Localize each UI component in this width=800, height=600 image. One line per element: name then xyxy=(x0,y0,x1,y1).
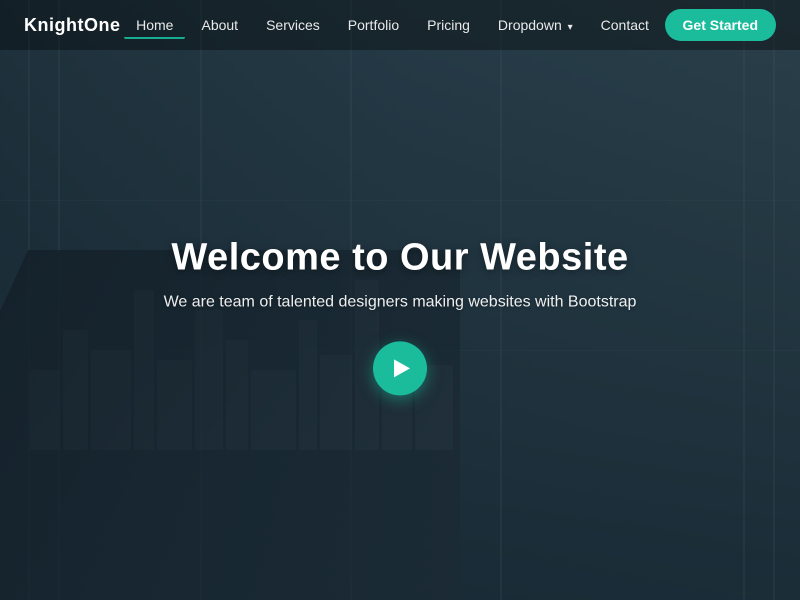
play-icon xyxy=(394,359,410,377)
nav-link-pricing[interactable]: Pricing xyxy=(415,11,482,39)
nav-link-services[interactable]: Services xyxy=(254,11,332,39)
hero-section: KnightOne Home About Services Portfolio … xyxy=(0,0,800,600)
nav-item-dropdown[interactable]: Dropdown ▾ xyxy=(486,11,585,39)
navbar: KnightOne Home About Services Portfolio … xyxy=(0,0,800,50)
nav-item-home[interactable]: Home xyxy=(124,11,185,39)
nav-link-dropdown[interactable]: Dropdown ▾ xyxy=(486,11,585,39)
nav-link-about[interactable]: About xyxy=(189,11,250,39)
nav-item-about[interactable]: About xyxy=(189,11,250,39)
get-started-button[interactable]: Get Started xyxy=(665,9,776,41)
nav-item-portfolio[interactable]: Portfolio xyxy=(336,11,411,39)
nav-link-contact[interactable]: Contact xyxy=(589,11,661,39)
hero-title: Welcome to Our Website xyxy=(100,236,700,279)
nav-links: Home About Services Portfolio Pricing Dr… xyxy=(124,11,661,39)
nav-item-services[interactable]: Services xyxy=(254,11,332,39)
nav-link-portfolio[interactable]: Portfolio xyxy=(336,11,411,39)
nav-link-home[interactable]: Home xyxy=(124,11,185,39)
hero-content: Welcome to Our Website We are team of ta… xyxy=(100,236,700,395)
brand-logo: KnightOne xyxy=(24,15,121,36)
hero-subtitle: We are team of talented designers making… xyxy=(100,293,700,311)
play-video-button[interactable] xyxy=(373,341,427,395)
nav-item-contact[interactable]: Contact xyxy=(589,11,661,39)
nav-item-pricing[interactable]: Pricing xyxy=(415,11,482,39)
chevron-down-icon: ▾ xyxy=(568,22,573,33)
